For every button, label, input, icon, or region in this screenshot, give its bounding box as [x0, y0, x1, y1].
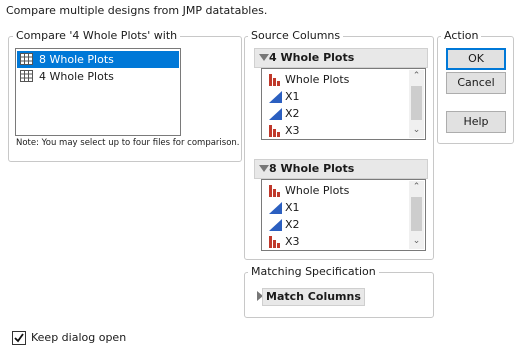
- scroll-down-icon[interactable]: ⌄: [412, 126, 421, 135]
- nominal-bar-icon: [269, 74, 280, 86]
- column-name: X1: [285, 90, 300, 103]
- disclosure-open-icon[interactable]: [259, 54, 269, 61]
- vertical-scrollbar[interactable]: ⌃ ⌄: [409, 181, 424, 249]
- list-item[interactable]: X3: [263, 233, 424, 250]
- ok-button[interactable]: OK: [446, 48, 506, 70]
- continuous-triangle-icon: [269, 108, 282, 120]
- data-table-icon: [20, 70, 33, 82]
- compare-file-list[interactable]: 8 Whole Plots 4 Whole Plots: [15, 48, 181, 136]
- match-columns-button[interactable]: Match Columns: [262, 288, 365, 306]
- scroll-down-icon[interactable]: ⌄: [412, 237, 421, 246]
- dialog-description: Compare multiple designs from JMP datata…: [6, 4, 268, 17]
- list-item[interactable]: X2: [263, 105, 424, 122]
- list-item[interactable]: X1: [263, 88, 424, 105]
- list-item[interactable]: X3: [263, 122, 424, 139]
- source-columns-legend: Source Columns: [248, 29, 344, 42]
- matching-specification-legend: Matching Specification: [248, 265, 379, 278]
- help-button[interactable]: Help: [446, 111, 506, 133]
- panel-header-4-whole-plots[interactable]: 4 Whole Plots: [254, 48, 428, 68]
- panel-header-8-whole-plots[interactable]: 8 Whole Plots: [254, 159, 428, 179]
- continuous-triangle-icon: [269, 91, 282, 103]
- scroll-up-icon[interactable]: ⌃: [412, 183, 421, 192]
- list-item[interactable]: Whole Plots: [263, 182, 424, 199]
- list-item[interactable]: Whole Plots: [263, 71, 424, 88]
- nominal-bar-icon: [269, 236, 280, 248]
- scroll-thumb[interactable]: [411, 197, 422, 231]
- panel-title: 4 Whole Plots: [269, 51, 355, 64]
- disclosure-open-icon[interactable]: [259, 165, 269, 172]
- action-legend: Action: [441, 29, 482, 42]
- scroll-thumb[interactable]: [411, 86, 422, 120]
- scroll-up-icon[interactable]: ⌃: [412, 72, 421, 81]
- column-name: X2: [285, 218, 300, 231]
- list-item-label: 4 Whole Plots: [39, 70, 114, 83]
- list-item-label: 8 Whole Plots: [39, 53, 114, 66]
- panel-title: 8 Whole Plots: [269, 162, 355, 175]
- column-name: X3: [285, 235, 300, 248]
- list-item[interactable]: 4 Whole Plots: [17, 68, 179, 85]
- column-name: X3: [285, 124, 300, 137]
- data-table-icon: [20, 53, 33, 65]
- column-name: Whole Plots: [285, 73, 350, 86]
- list-item[interactable]: X2: [263, 216, 424, 233]
- keep-dialog-open-checkbox[interactable]: [12, 331, 26, 345]
- selection-note: Note: You may select up to four files fo…: [16, 138, 240, 148]
- continuous-triangle-icon: [269, 202, 282, 214]
- continuous-triangle-icon: [269, 219, 282, 231]
- nominal-bar-icon: [269, 185, 280, 197]
- checkmark-icon: [14, 333, 24, 343]
- column-name: Whole Plots: [285, 184, 350, 197]
- vertical-scrollbar[interactable]: ⌃ ⌄: [409, 70, 424, 138]
- keep-dialog-open-label: Keep dialog open: [31, 331, 127, 344]
- column-list-4-whole-plots[interactable]: Whole Plots X1 X2 X3 ⌃ ⌄: [261, 68, 426, 140]
- cancel-button[interactable]: Cancel: [446, 72, 506, 94]
- column-list-8-whole-plots[interactable]: Whole Plots X1 X2 X3 ⌃ ⌄: [261, 179, 426, 251]
- nominal-bar-icon: [269, 125, 280, 137]
- list-item[interactable]: X1: [263, 199, 424, 216]
- column-name: X1: [285, 201, 300, 214]
- column-name: X2: [285, 107, 300, 120]
- list-item[interactable]: 8 Whole Plots: [17, 51, 179, 68]
- compare-group-legend: Compare '4 Whole Plots' with: [13, 29, 181, 42]
